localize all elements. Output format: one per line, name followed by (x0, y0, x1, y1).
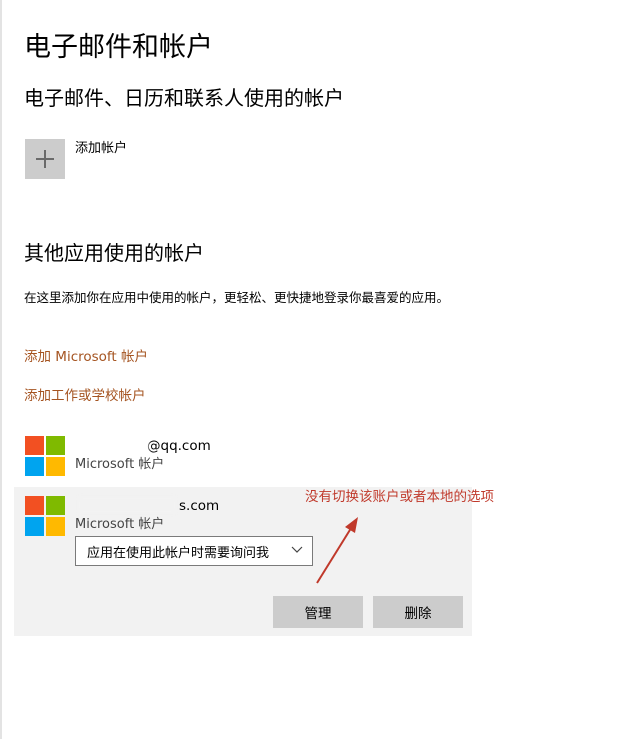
annotation-text: 没有切换该账户或者本地的选项 (305, 489, 494, 505)
manage-button[interactable]: 管理 (273, 596, 363, 628)
account-1-type: Microsoft 帐户 (75, 457, 165, 472)
sign-in-prompt-dropdown[interactable]: 应用在使用此帐户时需要询问我 (75, 536, 313, 566)
add-account-label[interactable]: 添加帐户 (75, 140, 127, 158)
microsoft-logo-icon (25, 436, 65, 476)
microsoft-logo-icon (25, 496, 65, 536)
add-microsoft-account-link[interactable]: 添加 Microsoft 帐户 (24, 347, 148, 367)
account-1-email-text: @qq.com (147, 438, 211, 454)
other-apps-description: 在这里添加你在应用中使用的帐户，更轻松、更快捷地登录你最喜爱的应用。 (24, 290, 450, 305)
window-left-edge (0, 0, 2, 739)
account-row-1[interactable] (0, 430, 480, 482)
email-redaction-2 (78, 497, 176, 513)
email-section-title: 电子邮件、日历和联系人使用的帐户 (24, 86, 344, 110)
page-title: 电子邮件和帐户 (24, 32, 213, 63)
add-work-school-account-link[interactable]: 添加工作或学校帐户 (24, 386, 146, 406)
email-redaction-1 (78, 438, 148, 454)
add-account-button[interactable] (25, 139, 65, 179)
annotation-arrow-icon (316, 517, 358, 584)
other-apps-section-title: 其他应用使用的帐户 (24, 241, 204, 265)
account-2-email-text: s.com (179, 498, 220, 514)
account-2-type: Microsoft 帐户 (75, 517, 165, 532)
delete-button[interactable]: 删除 (373, 596, 463, 628)
dropdown-value: 应用在使用此帐户时需要询问我 (87, 545, 270, 561)
